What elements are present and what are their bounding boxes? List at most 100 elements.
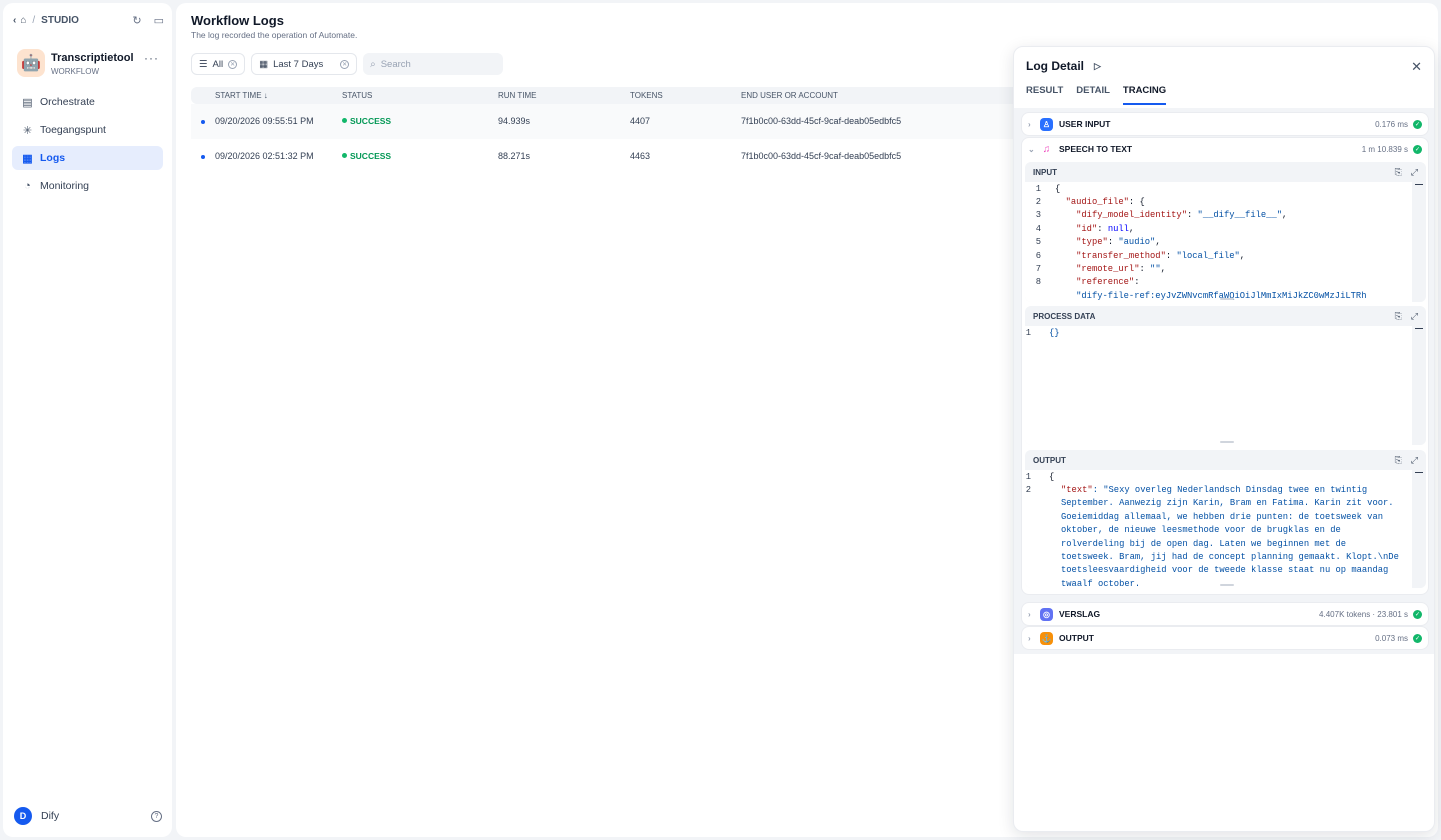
- col-end-user: END USER OR ACCOUNT: [741, 91, 838, 100]
- node-name: USER INPUT: [1059, 119, 1111, 129]
- success-check-icon: ✓: [1413, 633, 1422, 643]
- resize-handle[interactable]: [1220, 584, 1234, 586]
- cell-end-user: 7f1b0c00-63dd-45cf-9caf-deab05edbfc5: [741, 116, 902, 126]
- resize-handle[interactable]: [1220, 298, 1234, 300]
- cell-run-time: 94.939s: [498, 116, 531, 126]
- tracing-list: › ♙ USER INPUT 0.176 ms ✓ ⌄ ♫ SPEECH TO T…: [1014, 108, 1434, 654]
- trace-node-output[interactable]: › ⚓ OUTPUT 0.073 ms ✓: [1021, 626, 1429, 650]
- copy-icon[interactable]: ⎘: [1395, 167, 1402, 178]
- chevron-right-icon[interactable]: ›: [1028, 610, 1038, 619]
- cell-start-time: 09/20/2026 09:55:51 PM: [215, 116, 314, 126]
- col-start-time[interactable]: START TIME ↓: [215, 87, 268, 104]
- code-editor[interactable]: 1{}: [1025, 326, 1412, 445]
- success-check-icon: ✓: [1413, 144, 1422, 154]
- block-title: PROCESS DATA: [1033, 312, 1096, 321]
- logs-table: START TIME ↓ STATUS RUN TIME TOKENS END …: [191, 87, 1021, 174]
- status-filter-value: All: [212, 58, 224, 70]
- user-icon: ♙: [1040, 117, 1053, 131]
- tab-tracing[interactable]: TRACING: [1122, 85, 1167, 105]
- cell-start-time: 09/20/2026 02:51:32 PM: [215, 151, 314, 161]
- close-icon[interactable]: ✕: [1411, 59, 1422, 75]
- chevron-down-icon[interactable]: ⌄: [1028, 145, 1038, 154]
- refresh-icon[interactable]: ↻: [132, 14, 141, 27]
- account-name[interactable]: Dify: [41, 810, 59, 822]
- status-filter[interactable]: ☰ All ✕: [191, 53, 246, 75]
- log-detail-panel: Log Detail ▷ ✕ RESULT DETAIL TRACING › ♙…: [1013, 46, 1435, 832]
- app-type: WORKFLOW: [51, 67, 99, 76]
- cell-tokens: 4463: [630, 151, 651, 161]
- node-duration: 1 m 10.839 s: [1361, 144, 1408, 154]
- trace-node-user-input[interactable]: › ♙ USER INPUT 0.176 ms ✓: [1021, 112, 1429, 136]
- search-box[interactable]: ⌕: [363, 53, 504, 75]
- clear-period-icon[interactable]: ✕: [340, 59, 350, 69]
- expand-icon[interactable]: ⤢: [1411, 311, 1418, 322]
- output-icon: ⚓: [1040, 631, 1053, 645]
- sidebar-item-orchestrate[interactable]: ▤ Orchestrate: [12, 90, 163, 114]
- cell-tokens: 4407: [630, 116, 651, 126]
- detail-tabs: RESULT DETAIL TRACING: [1026, 85, 1167, 105]
- scrollbar[interactable]: [1412, 470, 1426, 588]
- back-chevron-icon[interactable]: ‹: [13, 15, 16, 26]
- app-card[interactable]: 🤖 Transcriptietool WORKFLOW ···: [17, 47, 167, 81]
- process-data-block: PROCESS DATA ⎘ ⤢ 1{}: [1025, 306, 1426, 445]
- panel-title: Log Detail ▷: [1026, 59, 1101, 73]
- filter-bar: ☰ All ✕ ▦ Last 7 Days ✕ ⌕: [191, 53, 504, 75]
- home-icon[interactable]: ⌂: [20, 15, 26, 26]
- node-duration: 4.407K tokens · 23.801 s: [1319, 609, 1408, 619]
- code-editor[interactable]: 1{ 2 "audio_file": { 3 "dify_model_ident…: [1025, 182, 1412, 302]
- output-code-block: OUTPUT ⎘ ⤢ 1{ 2 "text": "Sexy overleg Ne…: [1025, 450, 1426, 588]
- unread-dot: [201, 120, 205, 124]
- period-filter[interactable]: ▦ Last 7 Days ✕: [251, 53, 358, 75]
- node-header[interactable]: ⌄ ♫ SPEECH TO TEXT 1 m 10.839 s ✓: [1022, 138, 1428, 160]
- expand-icon[interactable]: ⤢: [1411, 455, 1418, 466]
- app-name: Transcriptietool: [51, 52, 134, 64]
- tab-detail[interactable]: DETAIL: [1076, 85, 1110, 105]
- sidebar-item-logs[interactable]: ▦ Logs: [12, 146, 163, 170]
- sidebar-item-monitoring[interactable]: ◔ Monitoring: [12, 174, 163, 198]
- resize-handle[interactable]: [1220, 441, 1234, 443]
- code-editor[interactable]: 1{ 2 "text": "Sexy overleg Nederlandsch …: [1025, 470, 1412, 588]
- chevron-right-icon[interactable]: ›: [1028, 634, 1038, 643]
- node-duration: 0.176 ms: [1375, 119, 1408, 129]
- sidebar-item-label: Logs: [40, 152, 66, 164]
- status-badge: SUCCESS: [342, 104, 391, 139]
- sidebar-item-label: Toegangspunt: [40, 124, 106, 136]
- robot-icon: 🤖: [17, 49, 45, 77]
- table-row[interactable]: 09/20/2026 09:55:51 PM SUCCESS 94.939s 4…: [191, 104, 1021, 139]
- clear-status-icon[interactable]: ✕: [228, 59, 238, 69]
- input-code-block: INPUT ⎘ ⤢ 1{ 2 "audio_file": { 3 "dify_m…: [1025, 162, 1426, 302]
- sidebar-item-toegangspunt[interactable]: ✳ Toegangspunt: [12, 118, 163, 142]
- avatar[interactable]: D: [14, 807, 32, 825]
- search-icon: ⌕: [370, 58, 376, 70]
- filter-icon: ☰: [199, 58, 208, 70]
- breadcrumb-studio[interactable]: STUDIO: [41, 15, 79, 26]
- cell-run-time: 88.271s: [498, 151, 531, 161]
- sidebar: ‹ ⌂ / STUDIO ↻ ▭ 🤖 Transcriptietool WORK…: [3, 3, 172, 837]
- status-badge: SUCCESS: [342, 139, 391, 174]
- breadcrumb: ‹ ⌂ / STUDIO: [13, 15, 79, 26]
- monitoring-icon: ◔: [24, 180, 31, 192]
- table-row[interactable]: 09/20/2026 02:51:32 PM SUCCESS 88.271s 4…: [191, 139, 1021, 174]
- sidebar-toggle-icon[interactable]: ▭: [154, 14, 164, 27]
- success-check-icon: ✓: [1413, 119, 1422, 129]
- scrollbar[interactable]: [1412, 326, 1426, 445]
- more-options-icon[interactable]: ···: [144, 51, 159, 65]
- cell-end-user: 7f1b0c00-63dd-45cf-9caf-deab05edbfc5: [741, 151, 902, 161]
- help-icon[interactable]: ?: [151, 810, 162, 822]
- col-run-time: RUN TIME: [498, 91, 537, 100]
- trace-node-verslag[interactable]: › ◎ VERSLAG 4.407K tokens · 23.801 s ✓: [1021, 602, 1429, 626]
- sidebar-nav: ▤ Orchestrate ✳ Toegangspunt ▦ Logs ◔ Mo…: [12, 90, 163, 202]
- copy-icon[interactable]: ⎘: [1395, 455, 1402, 466]
- orchestrate-icon: ▤: [22, 96, 33, 109]
- chevron-right-icon[interactable]: ›: [1028, 120, 1038, 129]
- search-input[interactable]: [380, 58, 491, 70]
- account-area[interactable]: D Dify ?: [14, 806, 162, 826]
- scrollbar[interactable]: [1412, 182, 1426, 302]
- tab-result[interactable]: RESULT: [1026, 85, 1063, 105]
- play-icon[interactable]: ▷: [1094, 61, 1101, 72]
- expand-icon[interactable]: ⤢: [1411, 167, 1418, 178]
- copy-icon[interactable]: ⎘: [1395, 311, 1402, 322]
- page-title: Workflow Logs: [191, 13, 284, 28]
- calendar-icon: ▦: [259, 58, 269, 70]
- node-name: VERSLAG: [1059, 609, 1101, 619]
